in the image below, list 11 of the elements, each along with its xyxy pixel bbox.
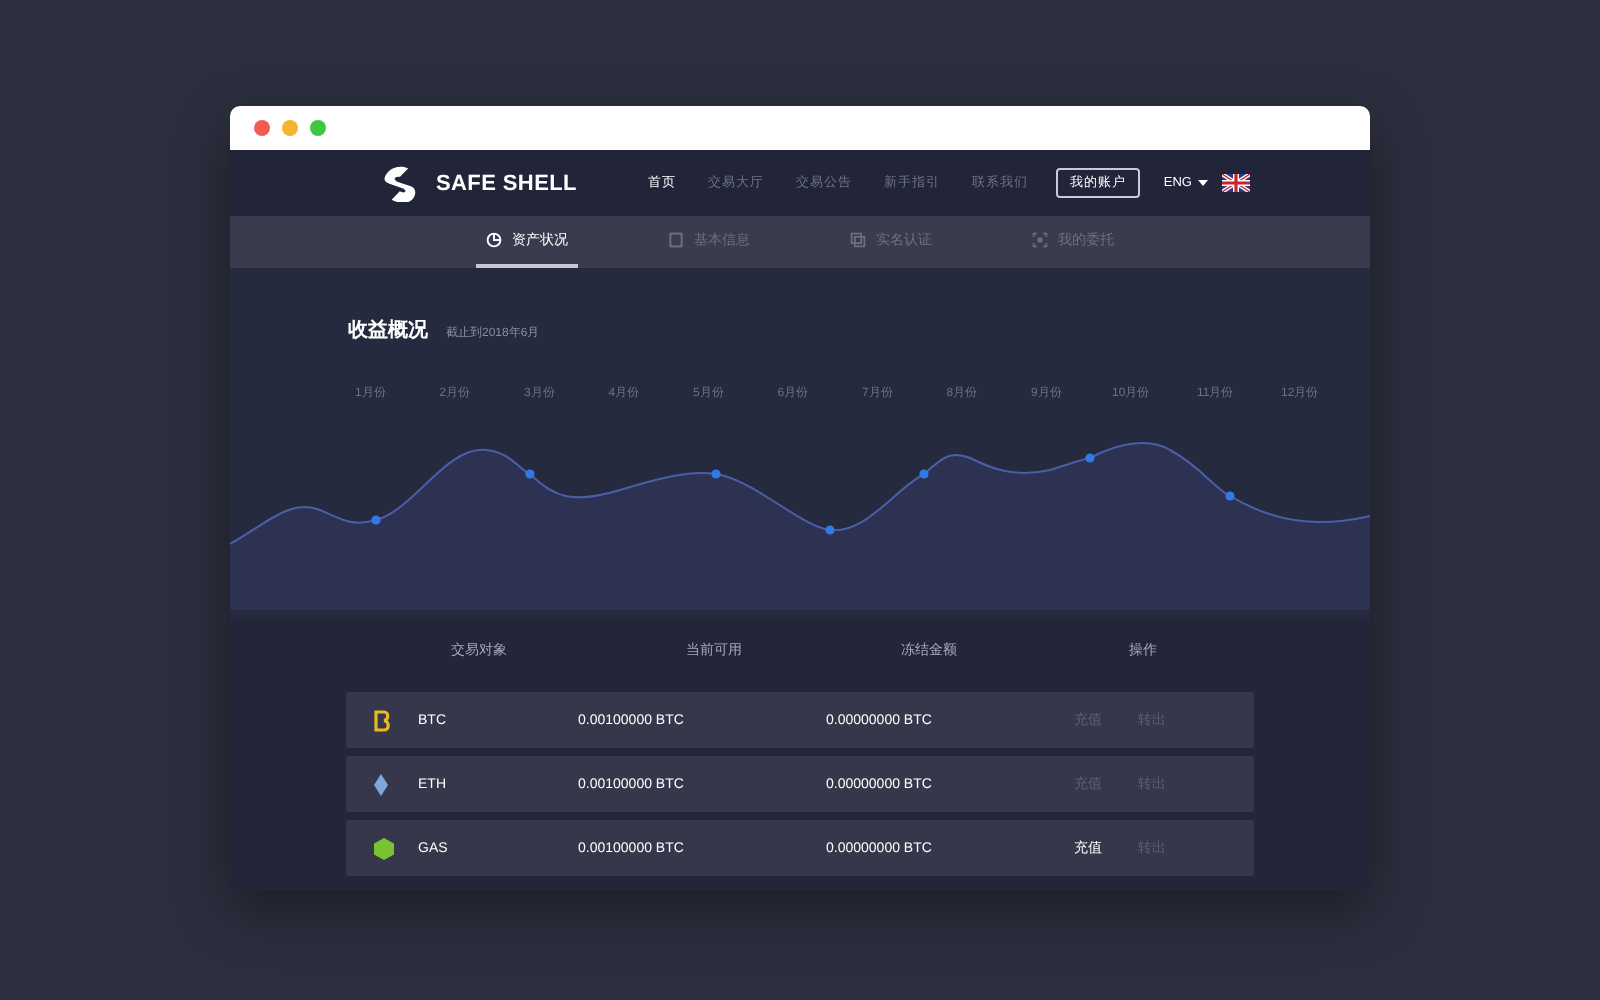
section-title: 收益概况 (348, 317, 428, 344)
copy-icon (850, 232, 866, 248)
logo-text: SAFE SHELL (436, 171, 577, 195)
scan-icon (1032, 232, 1048, 248)
maximize-icon[interactable] (310, 120, 326, 136)
pie-chart-icon (486, 232, 502, 248)
close-icon[interactable] (254, 120, 270, 136)
clipboard-icon (668, 232, 684, 248)
flag-icon[interactable] (1222, 174, 1250, 192)
caret-icon[interactable] (1198, 180, 1208, 186)
minimize-icon[interactable] (282, 120, 298, 136)
